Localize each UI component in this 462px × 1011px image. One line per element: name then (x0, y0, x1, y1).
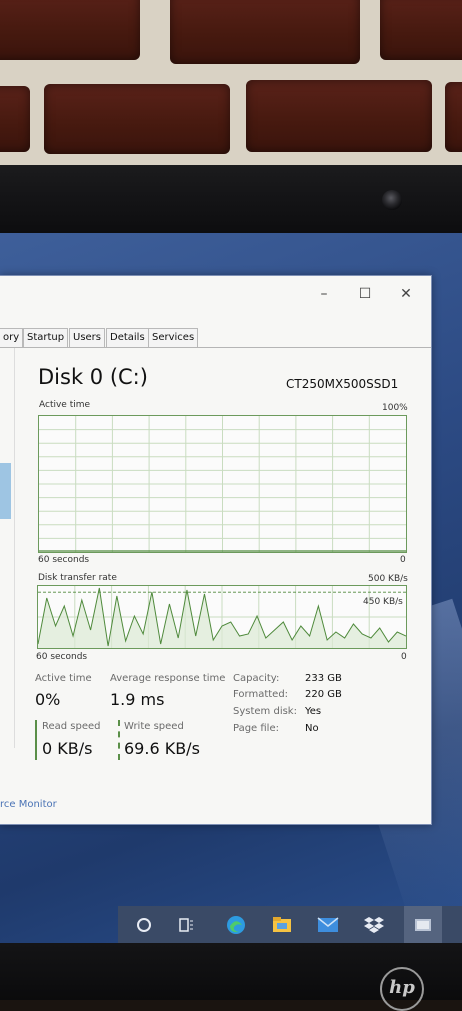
read-speed-indicator (35, 720, 37, 760)
active-time-graph-svg (39, 416, 406, 552)
system-disk-value: Yes (305, 706, 322, 717)
brick (0, 0, 140, 60)
hp-logo: hp (380, 967, 424, 1011)
file-explorer-icon[interactable] (266, 906, 298, 943)
active-time-graph-label: Active time (39, 400, 91, 410)
edge-icon[interactable] (220, 906, 252, 943)
resource-list-pane (0, 348, 15, 748)
brick (380, 0, 462, 60)
system-disk-label: System disk: (233, 706, 297, 717)
transfer-rate-graph: 450 KB/s (37, 585, 407, 649)
tab-startup[interactable]: Startup (23, 328, 69, 347)
tab-users[interactable]: Users (69, 328, 106, 347)
tab-app-history[interactable]: ory (0, 328, 24, 347)
cortana-circle-icon[interactable] (128, 906, 160, 943)
transfer-rate-graph-svg (37, 586, 407, 648)
transfer-rate-min-label: 0 (401, 652, 407, 662)
active-time-min-label: 0 (400, 555, 406, 565)
tablet-mode-icon[interactable] (404, 906, 442, 943)
brick-wall-background (0, 0, 462, 170)
mail-icon[interactable] (312, 906, 344, 943)
brick (0, 86, 30, 152)
active-time-duration-label: 60 seconds (38, 555, 90, 565)
brick (170, 0, 360, 64)
read-speed-value: 0 KB/s (42, 739, 93, 758)
write-speed-label: Write speed (124, 721, 184, 732)
task-view-icon[interactable] (170, 906, 202, 943)
read-speed-label: Read speed (42, 721, 101, 732)
write-speed-value: 69.6 KB/s (124, 739, 200, 758)
brick (246, 80, 432, 152)
dropbox-icon[interactable] (358, 906, 390, 943)
task-manager-window: – ☐ ✕ ory Startup Users Details Services… (0, 275, 432, 825)
write-speed-indicator (118, 720, 120, 760)
capacity-label: Capacity: (233, 673, 280, 684)
selected-resource-highlight[interactable] (0, 463, 11, 519)
active-time-graph (38, 415, 407, 553)
page-file-value: No (305, 723, 319, 734)
active-time-stat-value: 0% (35, 690, 61, 709)
webcam-icon (382, 190, 402, 210)
page-file-label: Page file: (233, 723, 279, 734)
capacity-value: 233 GB (305, 673, 342, 684)
transfer-rate-max-label: 500 KB/s (368, 574, 408, 584)
active-time-stat-label: Active time (35, 673, 92, 684)
avg-response-value: 1.9 ms (110, 690, 165, 709)
formatted-value: 220 GB (305, 689, 342, 700)
transfer-rate-ref-label: 450 KB/s (363, 597, 403, 607)
tab-strip: ory Startup Users Details Services (0, 326, 431, 348)
transfer-rate-graph-label: Disk transfer rate (38, 573, 117, 583)
brick (44, 84, 230, 154)
brick (445, 82, 462, 152)
avg-response-label: Average response time (110, 673, 226, 684)
transfer-rate-duration-label: 60 seconds (36, 652, 88, 662)
title-bar[interactable]: – ☐ ✕ (0, 276, 431, 312)
maximize-button[interactable]: ☐ (354, 284, 376, 304)
formatted-label: Formatted: (233, 689, 289, 700)
active-time-max-label: 100% (382, 403, 408, 413)
disk-title: Disk 0 (C:) (38, 365, 148, 389)
tab-services[interactable]: Services (148, 328, 199, 347)
tab-details[interactable]: Details (106, 328, 149, 347)
minimize-button[interactable]: – (313, 284, 335, 304)
open-resource-monitor-link[interactable]: rce Monitor (0, 799, 57, 810)
disk-model: CT250MX500SSD1 (286, 377, 399, 391)
taskbar (118, 906, 462, 943)
close-button[interactable]: ✕ (395, 284, 417, 304)
